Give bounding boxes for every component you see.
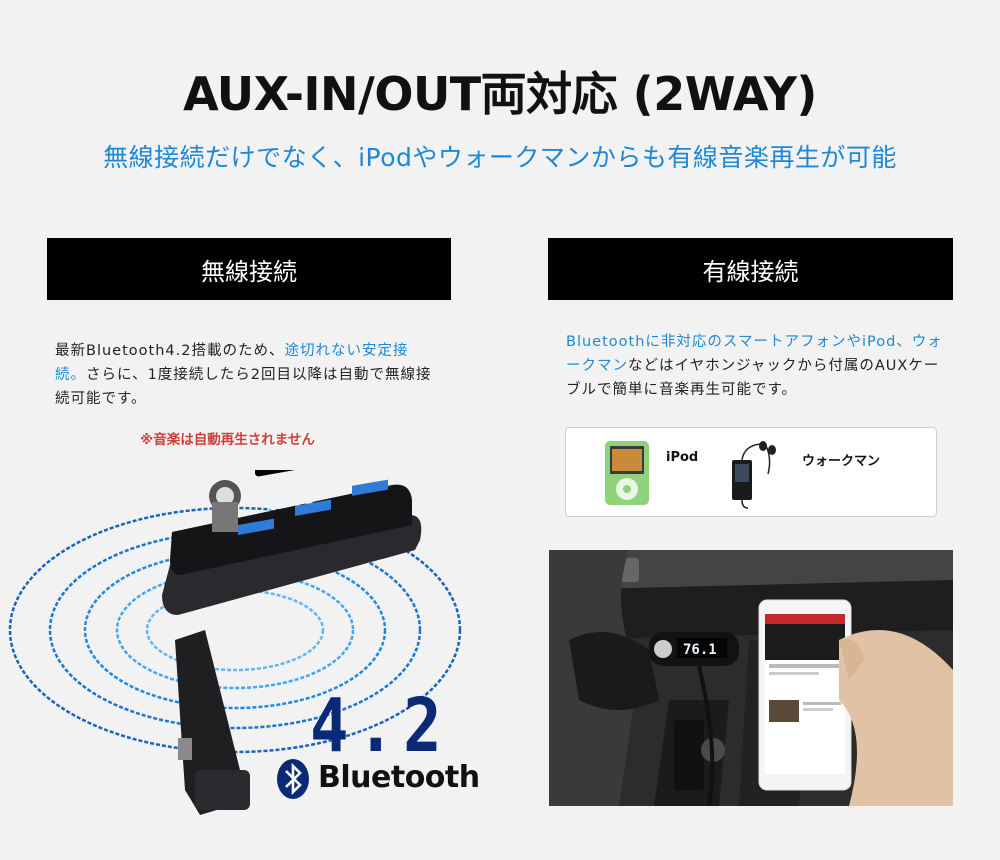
walkman-icon [732, 441, 776, 509]
autoplay-note: ※音楽は自動再生されません [140, 432, 315, 448]
page-subtitle: 無線接続だけでなく、iPodやウォークマンからも有線音楽再生が可能 [103, 143, 897, 172]
car-photo-illustration: 76.1 [549, 550, 953, 806]
photo-transmitter-display: 76.1 [683, 642, 717, 658]
photo-transmitter: 76.1 [649, 632, 739, 666]
wired-heading: 有線接続 [548, 238, 953, 300]
page-title: AUX-IN/OUT両対応 (2WAY) [183, 67, 817, 121]
wireless-desc-part2: さらに、1度接続したら2回目以降は自動で無線接続可能です。 [55, 367, 432, 407]
wired-description: Bluetoothに非対応のスマートアフォンやiPod、ウォークマンなどはイヤホ… [566, 330, 946, 402]
car-interior-photo: 76.1 [549, 550, 953, 806]
photo-smartphone [758, 599, 852, 791]
bluetooth-icon [277, 759, 309, 799]
bluetooth-version: 4.2 [310, 684, 450, 770]
bluetooth-transmitter-illustration: 87.5 [8, 470, 462, 815]
bluetooth-wordmark: Bluetooth [318, 760, 480, 795]
device-examples: iPod ウォークマン [565, 427, 937, 517]
ipod-icon [605, 441, 649, 505]
walkman-label: ウォークマン [802, 454, 881, 469]
wireless-heading: 無線接続 [47, 238, 451, 300]
wireless-description: 最新Bluetooth4.2搭載のため、途切れない安定接続。さらに、1度接続した… [55, 339, 435, 411]
wireless-desc-part1: 最新Bluetooth4.2搭載のため、 [55, 343, 285, 359]
ipod-label: iPod [666, 450, 699, 465]
